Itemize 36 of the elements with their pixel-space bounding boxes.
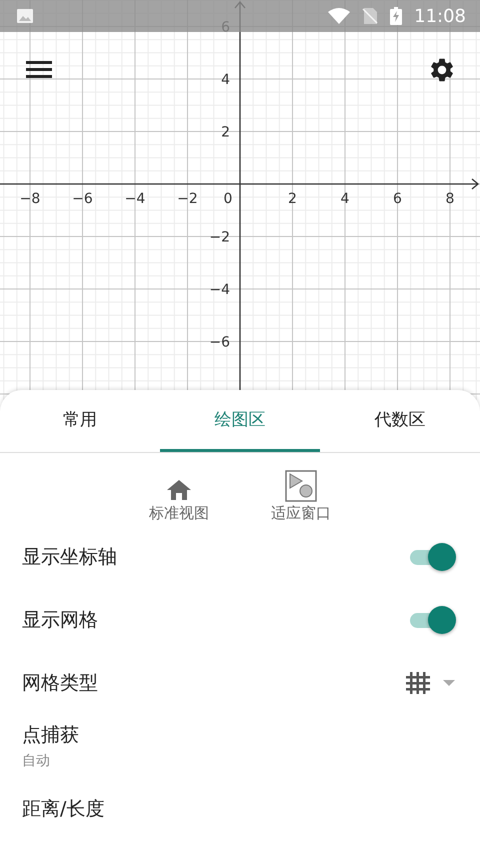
axis-label: 4 xyxy=(340,191,350,207)
view-button[interactable]: 适应窗口 xyxy=(271,465,331,523)
axis-label: −4 xyxy=(209,282,230,298)
tab[interactable]: 绘图区 xyxy=(160,390,320,452)
setting-label: 距离/长度 xyxy=(22,796,104,822)
home-icon xyxy=(166,478,192,502)
axis-label: 0 xyxy=(224,191,232,207)
grid-icon xyxy=(406,672,430,694)
image-icon xyxy=(16,8,34,24)
toggle-switch[interactable] xyxy=(408,542,456,572)
axis-label: −8 xyxy=(20,191,40,207)
setting-label: 显示网格 xyxy=(22,608,98,632)
tab[interactable]: 常用 xyxy=(0,390,160,452)
axis-label: 2 xyxy=(288,191,297,207)
axis-label: −6 xyxy=(72,191,93,207)
wifi-icon xyxy=(328,8,350,24)
setting-label: 网格类型 xyxy=(22,670,98,696)
axis-label: −2 xyxy=(177,191,198,207)
axis-label: −6 xyxy=(209,334,230,350)
axis-label: −4 xyxy=(124,191,146,207)
view-button[interactable]: 标准视图 xyxy=(149,465,209,523)
axis-label: 8 xyxy=(446,191,454,207)
setting-label: 点捕获 xyxy=(22,722,79,748)
caret-icon xyxy=(442,678,456,686)
axis-label: 2 xyxy=(221,124,230,140)
toggle-switch[interactable] xyxy=(408,604,456,634)
axis-label: −2 xyxy=(209,230,230,246)
grid-type-dropdown[interactable] xyxy=(406,672,456,694)
status-time: 11:08 xyxy=(414,6,466,26)
no-sim-icon xyxy=(362,8,378,24)
axis-label: 6 xyxy=(393,191,402,207)
setting-value: 自动 xyxy=(22,752,51,770)
setting-label: 显示坐标轴 xyxy=(22,544,117,570)
axis-label: 4 xyxy=(221,72,230,88)
battery-icon xyxy=(390,7,402,25)
tab[interactable]: 代数区 xyxy=(320,390,480,452)
